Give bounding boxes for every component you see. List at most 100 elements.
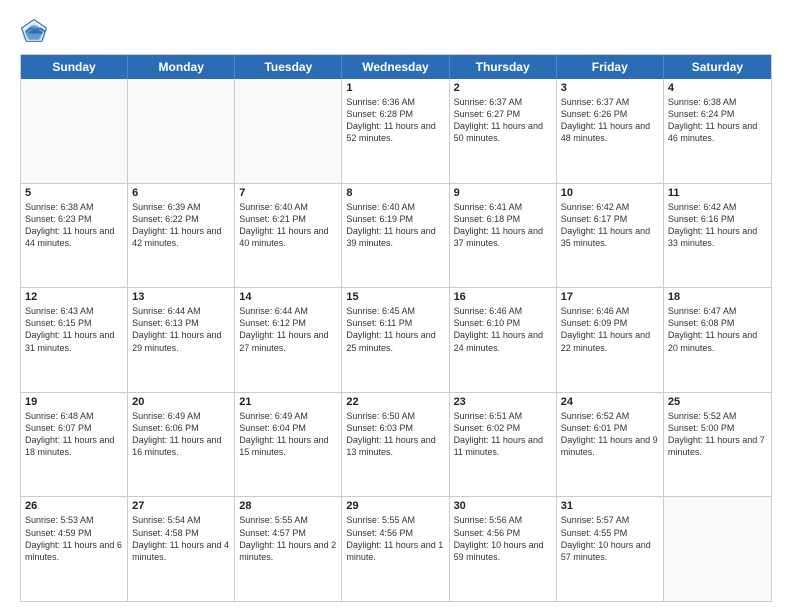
day-number: 24 [561,396,659,408]
calendar-day-4: 4 Sunrise: 6:38 AM Sunset: 6:24 PM Daylig… [664,79,771,183]
day-number: 5 [25,187,123,199]
calendar-week-3: 12 Sunrise: 6:43 AM Sunset: 6:15 PM Dayli… [21,287,771,392]
day-number: 23 [454,396,552,408]
day-number: 9 [454,187,552,199]
day-number: 31 [561,500,659,512]
header-day-saturday: Saturday [664,55,771,79]
logo-icon [20,18,48,46]
day-info: Sunrise: 6:48 AM Sunset: 6:07 PM Dayligh… [25,410,123,459]
calendar-day-13: 13 Sunrise: 6:44 AM Sunset: 6:13 PM Dayli… [128,288,235,392]
calendar-day-empty [235,79,342,183]
day-info: Sunrise: 6:37 AM Sunset: 6:27 PM Dayligh… [454,96,552,145]
day-number: 25 [668,396,767,408]
calendar-day-5: 5Sunrise: 6:38 AM Sunset: 6:23 PM Daylig… [21,184,128,288]
day-info: Sunrise: 6:44 AM Sunset: 6:13 PM Dayligh… [132,305,230,354]
calendar-day-29: 29Sunrise: 5:55 AM Sunset: 4:56 PM Dayli… [342,497,449,601]
calendar-header: SundayMondayTuesdayWednesdayThursdayFrid… [21,55,771,79]
day-info: Sunrise: 6:45 AM Sunset: 6:11 PM Dayligh… [346,305,444,354]
calendar-week-1: 1 Sunrise: 6:36 AM Sunset: 6:28 PM Daylig… [21,79,771,183]
header [20,18,772,46]
day-info: Sunrise: 5:57 AM Sunset: 4:55 PM Dayligh… [561,514,659,563]
day-number: 28 [239,500,337,512]
header-day-sunday: Sunday [21,55,128,79]
day-number: 21 [239,396,337,408]
calendar-day-31: 31 Sunrise: 5:57 AM Sunset: 4:55 PM Dayli… [557,497,664,601]
day-number: 10 [561,187,659,199]
day-info: Sunrise: 6:40 AM Sunset: 6:19 PM Dayligh… [346,201,444,250]
header-day-tuesday: Tuesday [235,55,342,79]
calendar-day-11: 11Sunrise: 6:42 AM Sunset: 6:16 PM Dayli… [664,184,771,288]
day-number: 18 [668,291,767,303]
day-number: 19 [25,396,123,408]
calendar-day-empty [21,79,128,183]
calendar-day-7: 7 Sunrise: 6:40 AM Sunset: 6:21 PM Daylig… [235,184,342,288]
calendar-day-27: 27 Sunrise: 5:54 AM Sunset: 4:58 PM Dayli… [128,497,235,601]
header-day-wednesday: Wednesday [342,55,449,79]
day-info: Sunrise: 6:46 AM Sunset: 6:09 PM Dayligh… [561,305,659,354]
day-info: Sunrise: 6:47 AM Sunset: 6:08 PM Dayligh… [668,305,767,354]
day-number: 14 [239,291,337,303]
calendar-day-30: 30 Sunrise: 5:56 AM Sunset: 4:56 PM Dayli… [450,497,557,601]
calendar-day-empty [128,79,235,183]
calendar-week-5: 26 Sunrise: 5:53 AM Sunset: 4:59 PM Dayli… [21,496,771,601]
calendar-body: 1 Sunrise: 6:36 AM Sunset: 6:28 PM Daylig… [21,79,771,601]
calendar-day-9: 9 Sunrise: 6:41 AM Sunset: 6:18 PM Daylig… [450,184,557,288]
day-number: 13 [132,291,230,303]
day-info: Sunrise: 6:40 AM Sunset: 6:21 PM Dayligh… [239,201,337,250]
day-number: 27 [132,500,230,512]
calendar-day-12: 12 Sunrise: 6:43 AM Sunset: 6:15 PM Dayli… [21,288,128,392]
calendar-day-18: 18 Sunrise: 6:47 AM Sunset: 6:08 PM Dayli… [664,288,771,392]
page: SundayMondayTuesdayWednesdayThursdayFrid… [0,0,792,612]
calendar-day-8: 8 Sunrise: 6:40 AM Sunset: 6:19 PM Daylig… [342,184,449,288]
calendar-day-14: 14Sunrise: 6:44 AM Sunset: 6:12 PM Dayli… [235,288,342,392]
day-info: Sunrise: 5:55 AM Sunset: 4:56 PM Dayligh… [346,514,444,563]
day-number: 17 [561,291,659,303]
day-info: Sunrise: 6:49 AM Sunset: 6:06 PM Dayligh… [132,410,230,459]
calendar-day-28: 28 Sunrise: 5:55 AM Sunset: 4:57 PM Dayli… [235,497,342,601]
day-number: 26 [25,500,123,512]
calendar-day-26: 26 Sunrise: 5:53 AM Sunset: 4:59 PM Dayli… [21,497,128,601]
calendar-day-1: 1 Sunrise: 6:36 AM Sunset: 6:28 PM Daylig… [342,79,449,183]
logo [20,18,52,46]
header-day-thursday: Thursday [450,55,557,79]
calendar-day-21: 21 Sunrise: 6:49 AM Sunset: 6:04 PM Dayli… [235,393,342,497]
day-info: Sunrise: 6:51 AM Sunset: 6:02 PM Dayligh… [454,410,552,459]
header-day-monday: Monday [128,55,235,79]
day-info: Sunrise: 6:42 AM Sunset: 6:17 PM Dayligh… [561,201,659,250]
calendar-day-20: 20Sunrise: 6:49 AM Sunset: 6:06 PM Dayli… [128,393,235,497]
day-number: 4 [668,82,767,94]
day-number: 16 [454,291,552,303]
calendar-day-15: 15Sunrise: 6:45 AM Sunset: 6:11 PM Dayli… [342,288,449,392]
calendar-day-24: 24Sunrise: 6:52 AM Sunset: 6:01 PM Dayli… [557,393,664,497]
day-info: Sunrise: 6:42 AM Sunset: 6:16 PM Dayligh… [668,201,767,250]
day-info: Sunrise: 5:53 AM Sunset: 4:59 PM Dayligh… [25,514,123,563]
day-number: 1 [346,82,444,94]
day-info: Sunrise: 6:50 AM Sunset: 6:03 PM Dayligh… [346,410,444,459]
day-number: 6 [132,187,230,199]
calendar-day-empty [664,497,771,601]
day-info: Sunrise: 6:41 AM Sunset: 6:18 PM Dayligh… [454,201,552,250]
calendar-day-16: 16 Sunrise: 6:46 AM Sunset: 6:10 PM Dayli… [450,288,557,392]
day-info: Sunrise: 6:38 AM Sunset: 6:24 PM Dayligh… [668,96,767,145]
day-info: Sunrise: 6:43 AM Sunset: 6:15 PM Dayligh… [25,305,123,354]
header-day-friday: Friday [557,55,664,79]
calendar-day-3: 3Sunrise: 6:37 AM Sunset: 6:26 PM Daylig… [557,79,664,183]
day-number: 3 [561,82,659,94]
calendar-day-17: 17 Sunrise: 6:46 AM Sunset: 6:09 PM Dayli… [557,288,664,392]
day-info: Sunrise: 5:55 AM Sunset: 4:57 PM Dayligh… [239,514,337,563]
day-info: Sunrise: 6:36 AM Sunset: 6:28 PM Dayligh… [346,96,444,145]
day-info: Sunrise: 5:56 AM Sunset: 4:56 PM Dayligh… [454,514,552,563]
calendar: SundayMondayTuesdayWednesdayThursdayFrid… [20,54,772,602]
day-number: 30 [454,500,552,512]
day-number: 7 [239,187,337,199]
day-info: Sunrise: 5:54 AM Sunset: 4:58 PM Dayligh… [132,514,230,563]
day-info: Sunrise: 6:46 AM Sunset: 6:10 PM Dayligh… [454,305,552,354]
calendar-day-6: 6Sunrise: 6:39 AM Sunset: 6:22 PM Daylig… [128,184,235,288]
day-number: 12 [25,291,123,303]
calendar-day-23: 23 Sunrise: 6:51 AM Sunset: 6:02 PM Dayli… [450,393,557,497]
calendar-week-4: 19 Sunrise: 6:48 AM Sunset: 6:07 PM Dayli… [21,392,771,497]
day-info: Sunrise: 6:49 AM Sunset: 6:04 PM Dayligh… [239,410,337,459]
calendar-week-2: 5Sunrise: 6:38 AM Sunset: 6:23 PM Daylig… [21,183,771,288]
day-number: 8 [346,187,444,199]
calendar-day-25: 25Sunrise: 5:52 AM Sunset: 5:00 PM Dayli… [664,393,771,497]
